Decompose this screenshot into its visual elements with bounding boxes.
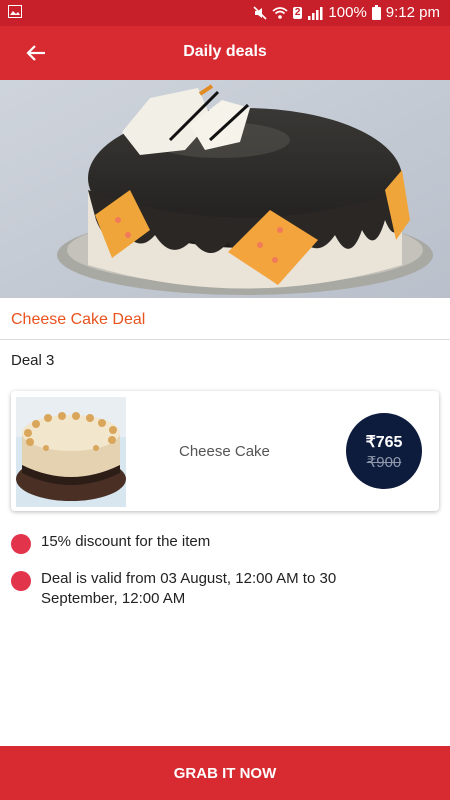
item-name: Cheese Cake	[179, 443, 270, 460]
deal-title: Cheese Cake Deal	[11, 311, 146, 328]
deal-detail-text: 15% discount for the item	[41, 533, 211, 550]
deal-hero-image	[0, 80, 450, 298]
price-badge: ₹765 ₹900	[346, 413, 422, 489]
image-icon	[8, 5, 22, 18]
cheese-cake-image	[16, 397, 126, 507]
status-bar: 2 100% 9:12 pm	[0, 0, 450, 26]
signal-icon	[307, 6, 323, 20]
deal-detail-item: 15% discount for the item	[11, 532, 401, 554]
grab-it-now-button[interactable]: GRAB IT NOW	[0, 746, 450, 800]
app-bar: Daily deals	[0, 26, 450, 80]
deal-subtitle: Deal 3	[11, 352, 55, 369]
page-title: Daily deals	[183, 43, 267, 60]
deal-detail-text: Deal is valid from 03 August, 12:00 AM t…	[41, 570, 337, 607]
original-price: ₹900	[366, 454, 402, 471]
deal-detail-item: Deal is valid from 03 August, 12:00 AM t…	[11, 569, 401, 609]
current-price: ₹765	[365, 434, 403, 451]
sim-badge: 2	[292, 6, 303, 19]
clock: 9:12 pm	[385, 4, 440, 21]
deal-item-card[interactable]: Cheese Cake ₹765 ₹900	[11, 391, 439, 511]
red-dot-icon	[11, 534, 31, 554]
divider	[0, 339, 450, 340]
red-dot-icon	[11, 571, 31, 591]
wifi-icon	[272, 6, 288, 20]
battery-icon	[371, 5, 381, 20]
battery-percent: 100%	[328, 4, 367, 21]
mute-icon	[253, 5, 267, 20]
